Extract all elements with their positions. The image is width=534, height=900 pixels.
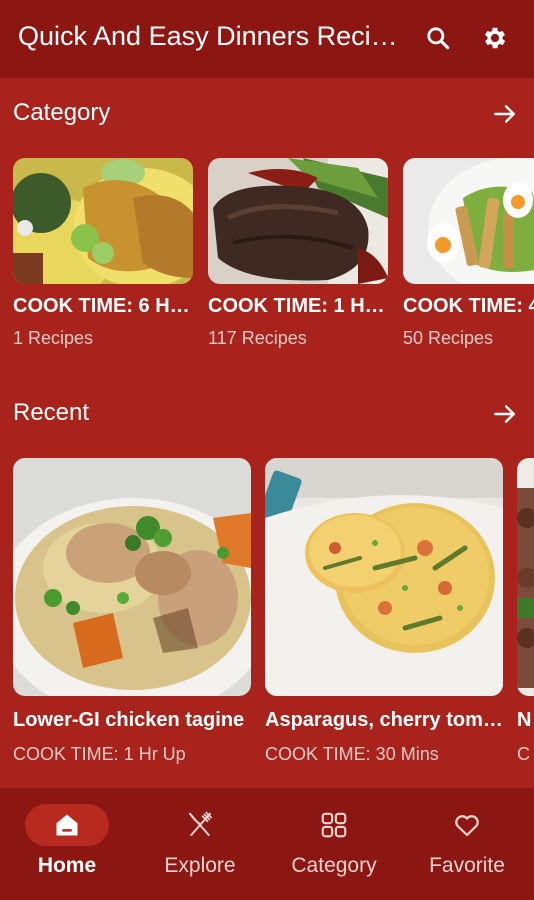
recipe-image — [13, 458, 251, 696]
grid-icon — [321, 812, 347, 838]
app-bar: Quick And Easy Dinners Recipes — [0, 0, 534, 78]
nav-item-category[interactable]: Category — [267, 804, 401, 884]
category-image — [403, 158, 534, 284]
category-image — [13, 158, 193, 284]
nav-item-explore[interactable]: Explore — [133, 804, 267, 884]
recipe-card-cook-time: COOK TIME: 30 Mins — [265, 744, 439, 764]
category-card[interactable]: COOK TIME: 1 Hr Up 117 Recipes — [208, 158, 388, 350]
recipe-card-title: Lower-GI chicken tagine — [13, 709, 245, 731]
recipe-card-title: N — [517, 709, 532, 731]
category-list: COOK TIME: 6 Hrs Up 1 Recipes COOK TIME:… — [0, 158, 534, 358]
recipe-image — [265, 458, 503, 696]
app-title: Quick And Easy Dinners Recipes — [18, 21, 410, 51]
category-card-count: 117 Recipes — [208, 328, 307, 348]
heart-icon — [455, 815, 479, 837]
recipe-image — [517, 458, 534, 696]
nav-item-home[interactable]: Home — [0, 804, 134, 884]
nav-icon-wrap — [425, 804, 509, 846]
category-card-title: COOK TIME: 6 Hrs Up — [13, 295, 193, 317]
recipe-card[interactable]: Lower-GI chicken tagine COOK TIME: 1 Hr … — [13, 458, 251, 766]
category-card-count: 50 Recipes — [403, 328, 494, 348]
category-card[interactable]: COOK TIME: 6 Hrs Up 1 Recipes — [13, 158, 193, 350]
nav-icon-wrap — [292, 804, 376, 846]
category-see-all-button[interactable] — [488, 97, 522, 131]
recipe-card-cook-time: COOK TIME: 1 Hr Up — [13, 744, 186, 764]
recipe-card[interactable]: N C — [517, 458, 534, 766]
nav-item-favorite[interactable]: Favorite — [400, 804, 534, 884]
recipe-card-title: Asparagus, cherry tomato frittata — [265, 709, 503, 731]
arrow-right-icon — [494, 405, 515, 423]
nav-label-home: Home — [37, 854, 97, 877]
gear-icon — [484, 27, 506, 49]
category-card-count: 1 Recipes — [13, 328, 94, 348]
recipe-card[interactable]: Asparagus, cherry tomato frittata COOK T… — [265, 458, 503, 766]
recent-section-title: Recent — [13, 399, 90, 426]
search-button[interactable] — [420, 20, 456, 56]
search-icon — [427, 27, 450, 50]
nav-active-indicator — [25, 804, 109, 846]
category-card[interactable]: COOK TIME: 4 50 Recipes — [403, 158, 534, 350]
arrow-right-icon — [494, 105, 515, 123]
fork-knife-icon — [189, 811, 213, 836]
nav-icon-wrap — [158, 804, 242, 846]
nav-label-category: Category — [291, 854, 377, 877]
category-card-title: COOK TIME: 4 — [403, 295, 534, 317]
nav-label-explore: Explore — [164, 854, 236, 877]
category-image — [208, 158, 388, 284]
recipe-card-cook-time: C — [517, 744, 530, 764]
home-icon — [56, 814, 78, 836]
nav-label-favorite: Favorite — [429, 854, 505, 877]
recent-list: Lower-GI chicken tagine COOK TIME: 1 Hr … — [0, 458, 534, 768]
settings-button[interactable] — [477, 20, 513, 56]
recent-see-all-button[interactable] — [488, 397, 522, 431]
category-section-title: Category — [13, 99, 111, 126]
category-card-title: COOK TIME: 1 Hr Up — [208, 295, 388, 317]
bottom-navigation: Home Explore Category Favorite — [0, 788, 534, 900]
